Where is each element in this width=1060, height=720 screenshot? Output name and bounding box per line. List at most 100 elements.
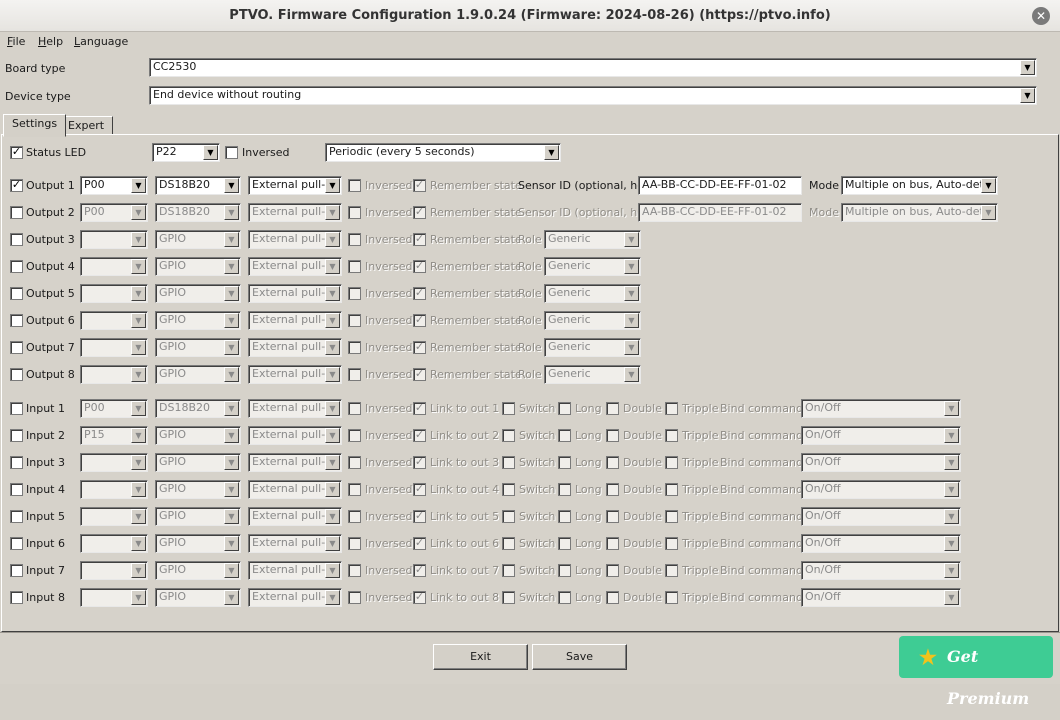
input-6-inversed-checkbox[interactable] — [348, 537, 361, 550]
input-8-double-checkbox[interactable] — [606, 591, 619, 604]
input-1-double-checkbox[interactable] — [606, 402, 619, 415]
input-2-inversed-checkbox[interactable] — [348, 429, 361, 442]
input-4-tripple-checkbox[interactable] — [665, 483, 678, 496]
input-3-tripple-checkbox[interactable] — [665, 456, 678, 469]
input-5-switch-checkbox[interactable] — [502, 510, 515, 523]
input-2-pull-select[interactable]: External pull-up ▼ — [248, 426, 342, 445]
input-3-bind-command-select[interactable]: On/Off ▼ — [801, 453, 961, 472]
output-6-pin-select[interactable]: ▼ — [80, 311, 148, 330]
input-2-checkbox[interactable] — [10, 429, 23, 442]
input-6-bind-command-select[interactable]: On/Off ▼ — [801, 534, 961, 553]
input-2-long-checkbox[interactable] — [558, 429, 571, 442]
input-4-checkbox[interactable] — [10, 483, 23, 496]
input-6-double-checkbox[interactable] — [606, 537, 619, 550]
input-7-inversed-checkbox[interactable] — [348, 564, 361, 577]
menu-language[interactable]: Language — [74, 35, 128, 48]
input-3-link-checkbox[interactable]: ✓ — [413, 456, 426, 469]
input-2-double-checkbox[interactable] — [606, 429, 619, 442]
output-2-pull-select[interactable]: External pull-up ▼ — [248, 203, 342, 222]
input-6-switch-checkbox[interactable] — [502, 537, 515, 550]
output-7-pull-select[interactable]: External pull-up ▼ — [248, 338, 342, 357]
input-1-tripple-checkbox[interactable] — [665, 402, 678, 415]
input-8-inversed-checkbox[interactable] — [348, 591, 361, 604]
output-6-type-select[interactable]: GPIO ▼ — [155, 311, 241, 330]
output-1-checkbox[interactable]: ✓ — [10, 179, 23, 192]
output-5-inversed-checkbox[interactable] — [348, 287, 361, 300]
board-type-select[interactable]: CC2530 ▼ — [149, 58, 1037, 77]
output-2-pin-select[interactable]: P00 ▼ — [80, 203, 148, 222]
input-2-type-select[interactable]: GPIO ▼ — [155, 426, 241, 445]
input-1-type-select[interactable]: DS18B20 ▼ — [155, 399, 241, 418]
input-5-type-select[interactable]: GPIO ▼ — [155, 507, 241, 526]
input-1-checkbox[interactable] — [10, 402, 23, 415]
save-button[interactable]: Save — [532, 644, 627, 670]
input-6-link-checkbox[interactable]: ✓ — [413, 537, 426, 550]
close-icon[interactable]: ✕ — [1032, 7, 1050, 25]
input-7-type-select[interactable]: GPIO ▼ — [155, 561, 241, 580]
input-7-bind-command-select[interactable]: On/Off ▼ — [801, 561, 961, 580]
input-5-checkbox[interactable] — [10, 510, 23, 523]
status-led-mode-select[interactable]: Periodic (every 5 seconds) ▼ — [325, 143, 561, 162]
output-6-role-select[interactable]: Generic ▼ — [544, 311, 641, 330]
output-6-remember-checkbox[interactable]: ✓ — [413, 314, 426, 327]
output-8-remember-checkbox[interactable]: ✓ — [413, 368, 426, 381]
input-7-checkbox[interactable] — [10, 564, 23, 577]
output-3-pull-select[interactable]: External pull-up ▼ — [248, 230, 342, 249]
output-6-inversed-checkbox[interactable] — [348, 314, 361, 327]
output-4-inversed-checkbox[interactable] — [348, 260, 361, 273]
device-type-select[interactable]: End device without routing ▼ — [149, 86, 1037, 105]
output-2-inversed-checkbox[interactable] — [348, 206, 361, 219]
output-1-remember-checkbox[interactable]: ✓ — [413, 179, 426, 192]
output-5-checkbox[interactable] — [10, 287, 23, 300]
input-4-type-select[interactable]: GPIO ▼ — [155, 480, 241, 499]
input-8-switch-checkbox[interactable] — [502, 591, 515, 604]
input-3-type-select[interactable]: GPIO ▼ — [155, 453, 241, 472]
input-6-pin-select[interactable]: ▼ — [80, 534, 148, 553]
input-7-link-checkbox[interactable]: ✓ — [413, 564, 426, 577]
output-3-checkbox[interactable] — [10, 233, 23, 246]
input-6-pull-select[interactable]: External pull-up ▼ — [248, 534, 342, 553]
input-4-switch-checkbox[interactable] — [502, 483, 515, 496]
input-6-type-select[interactable]: GPIO ▼ — [155, 534, 241, 553]
input-1-long-checkbox[interactable] — [558, 402, 571, 415]
output-6-checkbox[interactable] — [10, 314, 23, 327]
tab-settings[interactable]: Settings — [3, 114, 67, 137]
input-3-switch-checkbox[interactable] — [502, 456, 515, 469]
input-3-long-checkbox[interactable] — [558, 456, 571, 469]
input-8-pin-select[interactable]: ▼ — [80, 588, 148, 607]
input-4-pin-select[interactable]: ▼ — [80, 480, 148, 499]
output-8-pin-select[interactable]: ▼ — [80, 365, 148, 384]
input-2-pin-select[interactable]: P15 ▼ — [80, 426, 148, 445]
input-3-checkbox[interactable] — [10, 456, 23, 469]
input-8-pull-select[interactable]: External pull-up ▼ — [248, 588, 342, 607]
output-5-pull-select[interactable]: External pull-up ▼ — [248, 284, 342, 303]
output-2-type-select[interactable]: DS18B20 ▼ — [155, 203, 241, 222]
output-1-type-select[interactable]: DS18B20 ▼ — [155, 176, 241, 195]
output-6-pull-select[interactable]: External pull-up ▼ — [248, 311, 342, 330]
output-4-checkbox[interactable] — [10, 260, 23, 273]
output-3-role-select[interactable]: Generic ▼ — [544, 230, 641, 249]
input-1-bind-command-select[interactable]: On/Off ▼ — [801, 399, 961, 418]
input-8-type-select[interactable]: GPIO ▼ — [155, 588, 241, 607]
status-led-checkbox[interactable]: ✓ — [10, 146, 23, 159]
input-5-pin-select[interactable]: ▼ — [80, 507, 148, 526]
output-1-mode-select[interactable]: Multiple on bus, Auto-detect ▼ — [841, 176, 998, 195]
input-8-long-checkbox[interactable] — [558, 591, 571, 604]
output-4-pull-select[interactable]: External pull-up ▼ — [248, 257, 342, 276]
output-2-remember-checkbox[interactable]: ✓ — [413, 206, 426, 219]
output-8-type-select[interactable]: GPIO ▼ — [155, 365, 241, 384]
output-1-inversed-checkbox[interactable] — [348, 179, 361, 192]
input-7-switch-checkbox[interactable] — [502, 564, 515, 577]
input-5-tripple-checkbox[interactable] — [665, 510, 678, 523]
get-premium-button[interactable]: ★ Get Premium — [899, 636, 1053, 708]
input-5-long-checkbox[interactable] — [558, 510, 571, 523]
output-3-inversed-checkbox[interactable] — [348, 233, 361, 246]
output-5-type-select[interactable]: GPIO ▼ — [155, 284, 241, 303]
output-3-pin-select[interactable]: ▼ — [80, 230, 148, 249]
output-4-type-select[interactable]: GPIO ▼ — [155, 257, 241, 276]
input-2-tripple-checkbox[interactable] — [665, 429, 678, 442]
output-5-role-select[interactable]: Generic ▼ — [544, 284, 641, 303]
input-5-link-checkbox[interactable]: ✓ — [413, 510, 426, 523]
input-8-checkbox[interactable] — [10, 591, 23, 604]
output-5-remember-checkbox[interactable]: ✓ — [413, 287, 426, 300]
